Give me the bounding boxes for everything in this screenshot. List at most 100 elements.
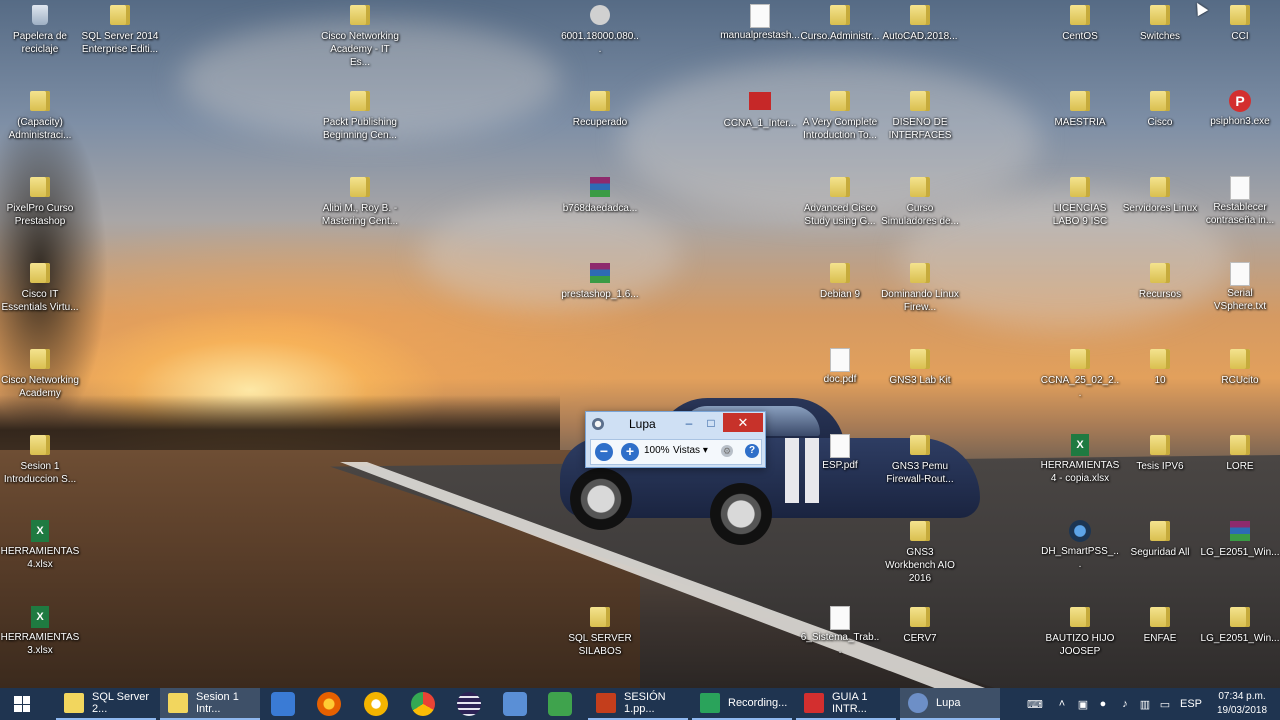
maximize-button[interactable]: □ bbox=[700, 414, 722, 432]
eclipse-icon[interactable] bbox=[457, 692, 481, 716]
desktop-icon-label: (Capacity) Administraci... bbox=[8, 117, 72, 141]
chevron-up-icon[interactable]: ˄ bbox=[1054, 688, 1070, 720]
desktop-icon[interactable]: Restablecer contraseña in... bbox=[1200, 176, 1280, 227]
system-clock[interactable]: 07:34 p.m. 19/03/2018 bbox=[1210, 690, 1274, 718]
desktop-icon[interactable]: Seguridad All bbox=[1120, 520, 1200, 559]
outlook-icon[interactable] bbox=[271, 692, 295, 716]
desktop-icon[interactable]: b768daedadca... bbox=[560, 176, 640, 215]
close-button[interactable]: ✕ bbox=[723, 413, 763, 432]
taskbar-item-lupa[interactable]: Lupa bbox=[900, 688, 1000, 720]
desktop-icon[interactable]: BAUTIZO HIJO JOOSEP bbox=[1040, 606, 1120, 658]
desktop-icon[interactable]: Dominando Linux Firew... bbox=[880, 262, 960, 314]
magnifier-window[interactable]: Lupa – □ ✕ − + 100% Vistas ▾ ⚙ ? bbox=[585, 411, 766, 468]
desktop-icon[interactable]: 6001.18000.080... bbox=[560, 4, 640, 56]
desktop-icon-label: Cisco bbox=[1147, 117, 1173, 128]
desktop-icon[interactable]: Debian 9 bbox=[800, 262, 880, 301]
desktop-icon[interactable]: Cisco IT Essentials Virtu... bbox=[0, 262, 80, 314]
taskbar-item-sesion-1[interactable]: Sesion 1 Intr... bbox=[160, 688, 260, 720]
folder-icon bbox=[909, 91, 931, 113]
minimize-button[interactable]: – bbox=[678, 414, 700, 432]
taskbar-item-sql-server[interactable]: SQL Server 2... bbox=[56, 688, 156, 720]
desktop-icon[interactable]: GNS3 Workbench AIO 2016 bbox=[880, 520, 960, 585]
network-icon[interactable] bbox=[503, 692, 527, 716]
desktop-icon[interactable]: LORE bbox=[1200, 434, 1280, 473]
desktop-icon[interactable]: Serial VSphere.txt bbox=[1200, 262, 1280, 313]
desktop-icon[interactable]: Curso Simuladores de... bbox=[880, 176, 960, 228]
gear-icon[interactable]: ⚙ bbox=[721, 445, 733, 457]
desktop-icon[interactable]: DH_SmartPSS_... bbox=[1040, 520, 1120, 571]
tray-app-icon[interactable]: ● bbox=[1094, 688, 1112, 720]
desktop-icon[interactable]: CentOS bbox=[1040, 4, 1120, 43]
desktop-icon-label: CERV7 bbox=[903, 633, 937, 644]
camtasia-icon[interactable] bbox=[548, 692, 572, 716]
zoom-in-button[interactable]: + bbox=[621, 443, 639, 461]
desktop-icon[interactable]: LG_E2051_Win... bbox=[1200, 606, 1280, 645]
desktop-icon[interactable]: A Very Complete Introduction To... bbox=[800, 90, 880, 142]
desktop-icon[interactable]: RCUcito bbox=[1200, 348, 1280, 387]
desktop-icon[interactable]: ENFAE bbox=[1120, 606, 1200, 645]
desktop-icon[interactable]: MAESTRIA bbox=[1040, 90, 1120, 129]
tray-app-icon[interactable]: ▣ bbox=[1074, 688, 1092, 720]
desktop-icon[interactable]: Servidores Linux bbox=[1120, 176, 1200, 215]
chrome-icon[interactable] bbox=[411, 692, 435, 716]
desktop-icon[interactable]: CCNA_1_Inter... bbox=[720, 90, 800, 130]
desktop-icon[interactable]: doc.pdf bbox=[800, 348, 880, 386]
desktop-icon[interactable]: CCNA_25_02_2... bbox=[1040, 348, 1120, 400]
zoom-out-button[interactable]: − bbox=[595, 443, 613, 461]
desktop-icon[interactable]: Alibi M., Roy B. - Mastering Cent... bbox=[320, 176, 400, 228]
desktop-icon[interactable]: Recuperado bbox=[560, 90, 640, 129]
desktop-icon[interactable]: LG_E2051_Win... bbox=[1200, 520, 1280, 559]
desktop-icon[interactable]: X HERRAMIENTAS 4 - copia.xlsx bbox=[1040, 434, 1120, 485]
magnifier-icon bbox=[908, 693, 928, 713]
desktop-icon[interactable]: GNS3 Lab Kit bbox=[880, 348, 960, 387]
start-button[interactable] bbox=[0, 688, 44, 720]
desktop-icon[interactable]: Switches bbox=[1120, 4, 1200, 43]
desktop-icon[interactable]: Curso.Administr... bbox=[800, 4, 880, 43]
volume-icon[interactable]: ♪ bbox=[1116, 688, 1134, 720]
desktop-icon[interactable]: manualprestash... bbox=[720, 4, 800, 42]
folder-icon bbox=[1149, 91, 1171, 113]
desktop-icon[interactable]: X HERRAMIENTAS 3.xlsx bbox=[0, 606, 80, 657]
desktop-icon[interactable]: Papelera de reciclaje bbox=[0, 4, 80, 56]
desktop-icon[interactable]: Tesis IPV6 bbox=[1120, 434, 1200, 473]
desktop-icon[interactable]: X HERRAMIENTAS 4.xlsx bbox=[0, 520, 80, 571]
magnifier-titlebar[interactable]: Lupa – □ ✕ bbox=[586, 412, 765, 436]
doc-icon bbox=[829, 434, 851, 458]
desktop-icon[interactable]: GNS3 Pemu Firewall-Rout... bbox=[880, 434, 960, 486]
desktop-icon[interactable]: DISENO DE INTERFACES bbox=[880, 90, 960, 142]
desktop-icon[interactable]: Sesion 1 Introduccion S... bbox=[0, 434, 80, 486]
desktop-icon[interactable]: (Capacity) Administraci... bbox=[0, 90, 80, 142]
language-indicator[interactable]: ESP bbox=[1178, 688, 1204, 720]
desktop-icon[interactable]: SQL SERVER SILABOS bbox=[560, 606, 640, 658]
desktop-icon[interactable]: 10 bbox=[1120, 348, 1200, 387]
desktop-icon[interactable]: LICENCIAS LABO 9 ISC bbox=[1040, 176, 1120, 228]
chevron-down-icon: ▾ bbox=[702, 445, 708, 456]
desktop-icon[interactable]: PixelPro Curso Prestashop bbox=[0, 176, 80, 228]
desktop-icon[interactable]: SQL Server 2014 Enterprise Editi... bbox=[80, 4, 160, 56]
desktop-icon[interactable]: 6_Sistema_Trab... bbox=[800, 606, 880, 657]
help-icon[interactable]: ? bbox=[745, 444, 759, 458]
desktop-icon[interactable]: Recursos bbox=[1120, 262, 1200, 301]
chrome-canary-icon[interactable] bbox=[364, 692, 388, 716]
desktop-icon[interactable]: CERV7 bbox=[880, 606, 960, 645]
desktop-icon[interactable]: Cisco Networking Academy - IT Es... bbox=[320, 4, 400, 69]
taskbar-item-guia[interactable]: GUIA 1 INTR... bbox=[796, 688, 896, 720]
clock-time: 07:34 p.m. bbox=[1218, 691, 1266, 702]
taskbar-item-powerpoint[interactable]: SESIÓN 1.pp... bbox=[588, 688, 688, 720]
views-dropdown[interactable]: Vistas ▾ bbox=[673, 445, 708, 456]
desktop-icon[interactable]: Cisco Networking Academy bbox=[0, 348, 80, 400]
battery-icon[interactable]: ▭ bbox=[1156, 688, 1174, 720]
desktop-icon[interactable]: Packt Publishing Beginning Cen... bbox=[320, 90, 400, 142]
psiphon-icon: P bbox=[1229, 90, 1251, 112]
desktop-icon[interactable]: Cisco bbox=[1120, 90, 1200, 129]
desktop-icon[interactable]: Advanced Cisco Study using G... bbox=[800, 176, 880, 228]
taskbar-item-recording[interactable]: Recording... bbox=[692, 688, 792, 720]
desktop-icon[interactable]: ESP.pdf bbox=[800, 434, 880, 472]
desktop-icon[interactable]: CCI bbox=[1200, 4, 1280, 43]
desktop-icon[interactable]: prestashop_1.6... bbox=[560, 262, 640, 301]
desktop-icon[interactable]: AutoCAD.2018... bbox=[880, 4, 960, 43]
network-tray-icon[interactable]: ▥ bbox=[1136, 688, 1154, 720]
firefox-icon[interactable] bbox=[317, 692, 341, 716]
desktop-icon[interactable]: Ppsiphon3.exe bbox=[1200, 90, 1280, 128]
keyboard-icon[interactable]: ⌨ bbox=[1020, 688, 1050, 720]
